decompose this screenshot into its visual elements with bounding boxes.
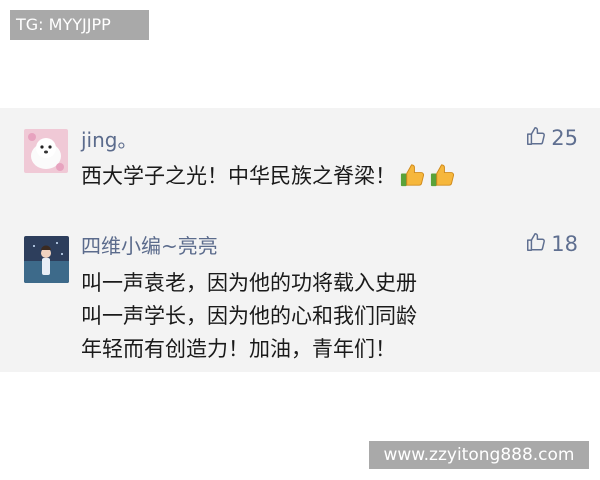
thumbs-up-outline-icon: [525, 125, 547, 152]
comment-text: 叫一声袁老，因为他的功将载入史册 叫一声学长，因为他的心和我们同龄 年轻而有创造…: [81, 267, 417, 366]
like-count: 18: [551, 232, 578, 256]
like-count: 25: [551, 126, 578, 150]
thumbs-up-outline-icon: [525, 231, 547, 258]
comment-text: 西大学子之光！中华民族之脊梁！: [81, 160, 456, 193]
like-button[interactable]: 25: [525, 124, 578, 152]
watermark-top: TG: MYYJJPP: [10, 10, 149, 40]
like-button[interactable]: 18: [525, 230, 578, 258]
comment-username[interactable]: 四维小编~亮亮: [81, 230, 218, 259]
comments-panel: jing。 25 西大学子之光！中华民族之脊梁！ 四维小编~亮亮 18 叫一声袁…: [0, 108, 600, 372]
comment-line: 西大学子之光！中华民族之脊梁！: [81, 164, 396, 188]
avatar[interactable]: [24, 236, 69, 283]
watermark-bottom: www.zzyitong888.com: [369, 441, 589, 469]
comment-line: 年轻而有创造力！加油，青年们！: [81, 337, 396, 361]
avatar[interactable]: [24, 129, 68, 173]
comment-line: 叫一声袁老，因为他的功将载入史册: [81, 271, 417, 295]
comment-username[interactable]: jing。: [81, 124, 137, 153]
thumbs-up-emoji: [429, 161, 456, 188]
comment-line: 叫一声学长，因为他的心和我们同龄: [81, 304, 417, 328]
thumbs-up-emoji: [399, 161, 426, 188]
